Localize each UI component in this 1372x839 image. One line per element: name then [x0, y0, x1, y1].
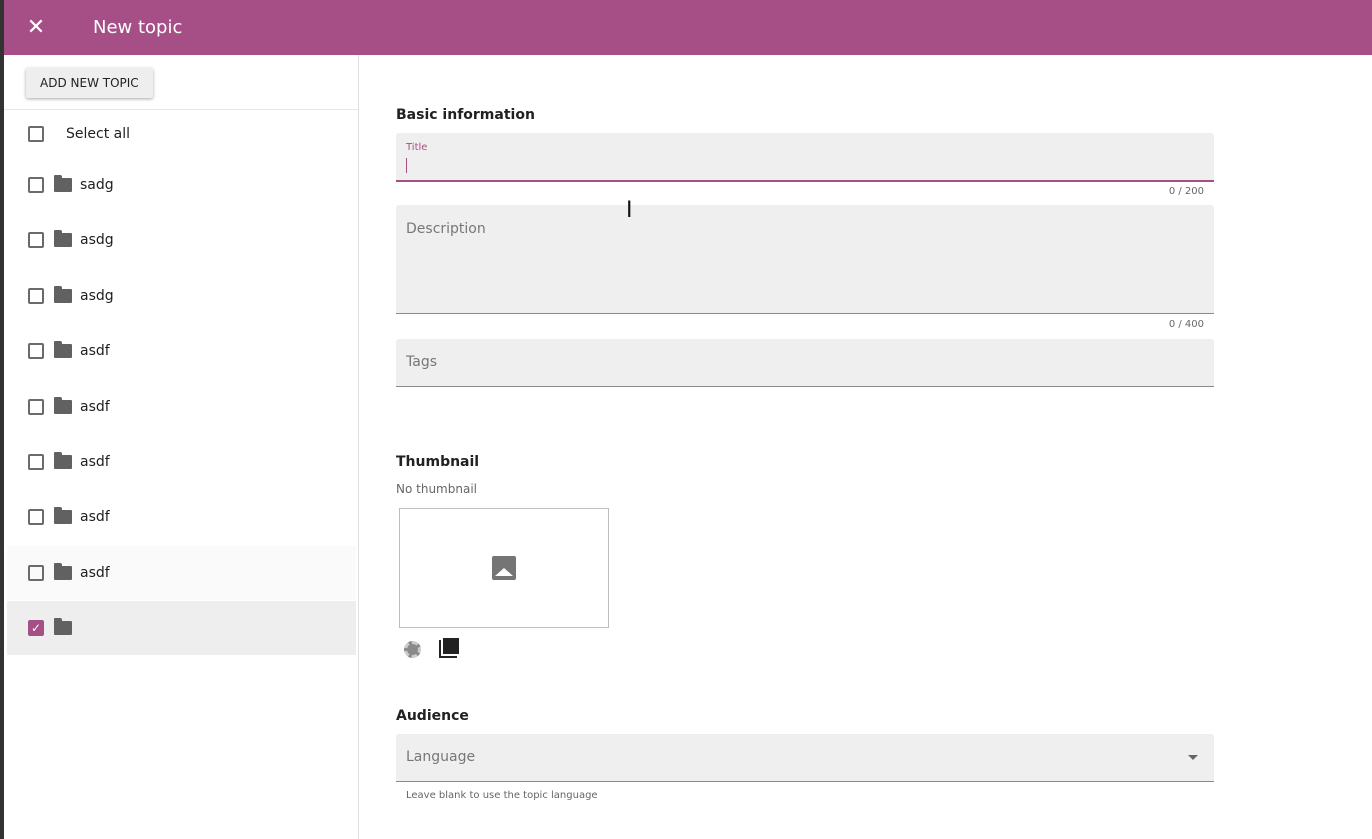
- topic-list-item[interactable]: asdf: [7, 435, 356, 489]
- thumbnail-preview[interactable]: [399, 508, 609, 628]
- topic-list-item[interactable]: asdf: [7, 545, 356, 600]
- add-new-topic-button[interactable]: ADD NEW TOPIC: [26, 68, 153, 98]
- topic-checkbox[interactable]: [28, 177, 44, 193]
- tags-placeholder: Tags: [406, 354, 437, 370]
- select-all-checkbox[interactable]: [28, 126, 44, 142]
- title-label: Title: [406, 142, 428, 153]
- topic-list-item[interactable]: asdg: [7, 269, 356, 323]
- language-placeholder: Language: [406, 749, 476, 765]
- thumbnail-heading: Thumbnail: [396, 454, 480, 470]
- topic-checkbox[interactable]: [28, 509, 44, 526]
- topic-label: asdg: [80, 287, 114, 304]
- topic-label: asdf: [80, 343, 110, 360]
- select-all-row[interactable]: Select all: [7, 107, 356, 161]
- no-thumbnail-text: No thumbnail: [396, 482, 477, 496]
- camera-aperture-icon[interactable]: [404, 641, 421, 658]
- text-cursor-pointer-icon: I: [626, 198, 633, 223]
- topic-checkbox[interactable]: [28, 398, 44, 415]
- folder-icon: [54, 562, 72, 580]
- topic-list-item[interactable]: asdf: [7, 324, 356, 378]
- image-icon: [492, 556, 516, 580]
- topic-list-item[interactable]: ✓: [7, 601, 356, 656]
- topic-checkbox[interactable]: [28, 454, 44, 470]
- language-hint: Leave blank to use the topic language: [406, 790, 598, 801]
- topic-label: asdf: [80, 564, 110, 581]
- topic-label: sadg: [80, 177, 114, 193]
- audience-heading: Audience: [396, 708, 469, 724]
- topic-sidebar: ADD NEW TOPIC Select all sadg asdg asdg asd…: [4, 55, 359, 839]
- folder-icon: [54, 452, 72, 469]
- topic-list-item[interactable]: asdf: [7, 490, 356, 544]
- topic-label: asdf: [80, 398, 110, 415]
- description-placeholder: Description: [406, 221, 486, 237]
- topic-label: asdf: [80, 454, 110, 470]
- text-cursor: [406, 158, 407, 173]
- topic-list-item[interactable]: sadg: [7, 158, 356, 212]
- folder-icon: [54, 396, 72, 414]
- description-input[interactable]: Description: [396, 205, 1214, 314]
- folder-icon: [54, 285, 72, 303]
- topic-checkbox[interactable]: [28, 564, 44, 581]
- folder-icon: [54, 618, 72, 636]
- topic-list-item[interactable]: asdf: [7, 380, 356, 434]
- topic-checkbox[interactable]: [28, 232, 44, 249]
- select-all-label: Select all: [66, 126, 130, 142]
- topic-label: asdg: [80, 232, 114, 249]
- topic-checkbox[interactable]: [28, 287, 44, 304]
- folder-icon: [54, 507, 72, 525]
- folder-icon: [54, 230, 72, 248]
- close-icon[interactable]: ✕: [24, 15, 48, 40]
- topic-checkbox[interactable]: ✓: [28, 620, 44, 637]
- dropdown-arrow-icon[interactable]: [1188, 755, 1198, 760]
- basic-information-heading: Basic information: [396, 107, 535, 123]
- folder-icon: [54, 341, 72, 359]
- language-select[interactable]: Language: [396, 734, 1214, 782]
- topic-checkbox[interactable]: [28, 343, 44, 360]
- folder-icon: [54, 175, 72, 192]
- topic-label: asdf: [80, 509, 110, 526]
- app-bar: ✕ New topic: [4, 0, 1372, 55]
- title-input[interactable]: Title: [396, 133, 1214, 182]
- description-char-count: 0 / 400: [1168, 319, 1204, 330]
- page-title: New topic: [93, 17, 183, 38]
- title-char-count: 0 / 200: [1168, 186, 1204, 197]
- tags-input[interactable]: Tags: [396, 339, 1214, 387]
- topic-list-item[interactable]: asdg: [7, 213, 356, 267]
- image-library-icon[interactable]: [439, 638, 459, 658]
